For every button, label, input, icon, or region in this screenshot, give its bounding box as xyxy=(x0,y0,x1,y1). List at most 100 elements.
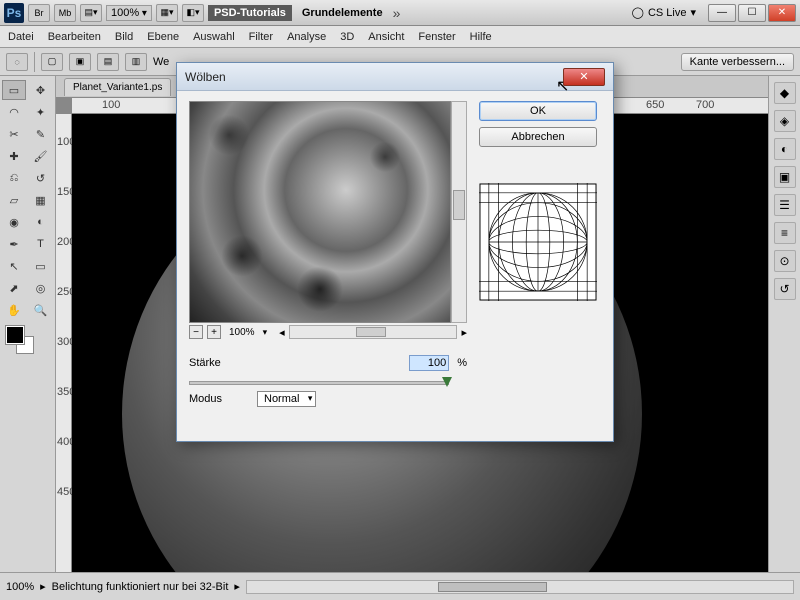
eyedropper-tool-icon[interactable]: ✎ xyxy=(29,124,53,144)
ok-button[interactable]: OK xyxy=(479,101,597,121)
maximize-button[interactable]: ☐ xyxy=(738,4,766,22)
shape-tool-icon[interactable]: ▭ xyxy=(29,256,53,276)
chevron-down-icon[interactable]: ▾ xyxy=(263,327,268,338)
gradient-tool-icon[interactable]: ▦ xyxy=(29,190,53,210)
menu-3d[interactable]: 3D xyxy=(340,31,354,43)
channels-panel-icon[interactable]: ≡ xyxy=(774,222,796,244)
brush-tool-icon[interactable]: 🖌 xyxy=(29,146,53,166)
h-scroll-thumb[interactable] xyxy=(438,582,547,592)
history-panel-icon[interactable]: ↺ xyxy=(774,278,796,300)
app-topbar: Ps Br Mb ▤▾ 100% ▾ ▦▾ ◧▾ PSD-Tutorials G… xyxy=(0,0,800,26)
type-tool-icon[interactable]: T xyxy=(29,234,53,254)
dialog-close-button[interactable]: ✕ xyxy=(563,68,605,86)
3d-tool-icon[interactable]: ⬈ xyxy=(2,278,26,298)
history-tool-icon[interactable]: ↺ xyxy=(29,168,53,188)
3dcam-tool-icon[interactable]: ◎ xyxy=(29,278,53,298)
workspace-grundelemente[interactable]: Grundelemente xyxy=(296,5,389,21)
opt-we-label: We xyxy=(153,56,169,68)
color-swatches[interactable] xyxy=(2,326,53,356)
path-tool-icon[interactable]: ↖ xyxy=(2,256,26,276)
strength-label: Stärke xyxy=(189,357,249,369)
menu-bearbeiten[interactable]: Bearbeiten xyxy=(48,31,101,43)
doc-tab[interactable]: Planet_Variante1.ps xyxy=(64,78,171,96)
ruler-vertical: 100 150 200 250 300 350 400 450 xyxy=(56,114,72,572)
menu-auswahl[interactable]: Auswahl xyxy=(193,31,235,43)
blur-tool-icon[interactable]: ◉ xyxy=(2,212,26,232)
menu-ansicht[interactable]: Ansicht xyxy=(368,31,404,43)
slider-thumb-icon[interactable] xyxy=(442,377,452,387)
rh-700: 700 xyxy=(696,99,714,111)
move-tool-icon[interactable]: ✥ xyxy=(29,80,53,100)
menu-datei[interactable]: Datei xyxy=(8,31,34,43)
fg-swatch[interactable] xyxy=(6,326,24,344)
color-panel-icon[interactable]: ◆ xyxy=(774,82,796,104)
sel-int-icon[interactable]: ▥ xyxy=(125,53,147,71)
heal-tool-icon[interactable]: ✚ xyxy=(2,146,26,166)
workspace-more-icon[interactable]: » xyxy=(393,5,401,21)
refine-edge-button[interactable]: Kante verbessern... xyxy=(681,53,794,71)
close-button[interactable]: ✕ xyxy=(768,4,796,22)
layers-panel-icon[interactable]: ☰ xyxy=(774,194,796,216)
arrange-button[interactable]: ▤▾ xyxy=(80,4,102,22)
strength-input[interactable] xyxy=(409,355,449,371)
zoom-value: 100% xyxy=(111,7,139,19)
minimize-button[interactable]: — xyxy=(708,4,736,22)
bridge-button[interactable]: Br xyxy=(28,4,50,22)
mode-label: Modus xyxy=(189,393,249,405)
preview-hscroll[interactable] xyxy=(289,325,458,339)
extras-button[interactable]: ◧▾ xyxy=(182,4,204,22)
tool-preset-icon[interactable]: ◌ xyxy=(6,53,28,71)
menubar: Datei Bearbeiten Bild Ebene Auswahl Filt… xyxy=(0,26,800,48)
crop-tool-icon[interactable]: ✂ xyxy=(2,124,26,144)
menu-analyse[interactable]: Analyse xyxy=(287,31,326,43)
percent-label: % xyxy=(457,357,467,369)
status-arrow2-icon[interactable]: ▸ xyxy=(234,580,240,593)
status-bar: 100% ▸ Belichtung funktioniert nur bei 3… xyxy=(0,572,800,600)
cslive-label[interactable]: CS Live xyxy=(648,7,687,19)
hand-tool-icon[interactable]: ✋ xyxy=(2,300,26,320)
preview-vthumb[interactable] xyxy=(453,190,465,220)
dialog-titlebar[interactable]: Wölben ✕ xyxy=(177,63,613,91)
workspace-psd-tutorials[interactable]: PSD-Tutorials xyxy=(208,5,292,21)
sel-add-icon[interactable]: ▣ xyxy=(69,53,91,71)
zoom-out-button[interactable]: − xyxy=(189,325,203,339)
menu-filter[interactable]: Filter xyxy=(249,31,273,43)
mode-select[interactable]: Normal xyxy=(257,391,316,407)
swatches-panel-icon[interactable]: ◈ xyxy=(774,110,796,132)
dodge-tool-icon[interactable]: ◐ xyxy=(29,212,53,232)
menu-hilfe[interactable]: Hilfe xyxy=(470,31,492,43)
adjust-panel-icon[interactable]: ◐ xyxy=(774,138,796,160)
stamp-tool-icon[interactable]: ⎌ xyxy=(2,168,26,188)
cslive-area: ◯ CS Live ▾ — ☐ ✕ xyxy=(632,4,796,22)
cancel-button[interactable]: Abbrechen xyxy=(479,127,597,147)
menu-ebene[interactable]: Ebene xyxy=(147,31,179,43)
menu-fenster[interactable]: Fenster xyxy=(418,31,455,43)
status-zoom[interactable]: 100% xyxy=(6,581,34,593)
filter-preview[interactable] xyxy=(189,101,451,323)
sel-sub-icon[interactable]: ▤ xyxy=(97,53,119,71)
status-arrow-icon[interactable]: ▸ xyxy=(40,580,46,593)
sel-new-icon[interactable]: ▢ xyxy=(41,53,63,71)
lasso-tool-icon[interactable]: ◠ xyxy=(2,102,26,122)
paths-panel-icon[interactable]: ⊙ xyxy=(774,250,796,272)
masks-panel-icon[interactable]: ▣ xyxy=(774,166,796,188)
toolbox: ▭ ✥ ◠ ✦ ✂ ✎ ✚ 🖌 ⎌ ↺ ▱ ▦ ◉ ◐ ✒ T ↖ ▭ ⬈ ◎ … xyxy=(0,76,56,572)
zoom-in-button[interactable]: + xyxy=(207,325,221,339)
hscroll-right-icon[interactable]: ▸ xyxy=(461,326,467,339)
marquee-tool-icon[interactable]: ▭ xyxy=(2,80,26,100)
rh-650: 650 xyxy=(646,99,664,111)
preview-vscroll[interactable] xyxy=(451,101,467,323)
preview-hthumb[interactable] xyxy=(356,327,386,337)
eraser-tool-icon[interactable]: ▱ xyxy=(2,190,26,210)
pen-tool-icon[interactable]: ✒ xyxy=(2,234,26,254)
minibridge-button[interactable]: Mb xyxy=(54,4,76,22)
strength-slider[interactable] xyxy=(189,381,449,385)
screenmode-button[interactable]: ▦▾ xyxy=(156,4,178,22)
h-scrollbar[interactable] xyxy=(246,580,794,594)
zoom-select[interactable]: 100% ▾ xyxy=(106,5,152,21)
chevron-down-icon[interactable]: ▾ xyxy=(690,6,696,19)
hscroll-left-icon[interactable]: ◂ xyxy=(279,326,285,339)
wand-tool-icon[interactable]: ✦ xyxy=(29,102,53,122)
menu-bild[interactable]: Bild xyxy=(115,31,133,43)
zoom-tool-icon[interactable]: 🔍 xyxy=(29,300,53,320)
